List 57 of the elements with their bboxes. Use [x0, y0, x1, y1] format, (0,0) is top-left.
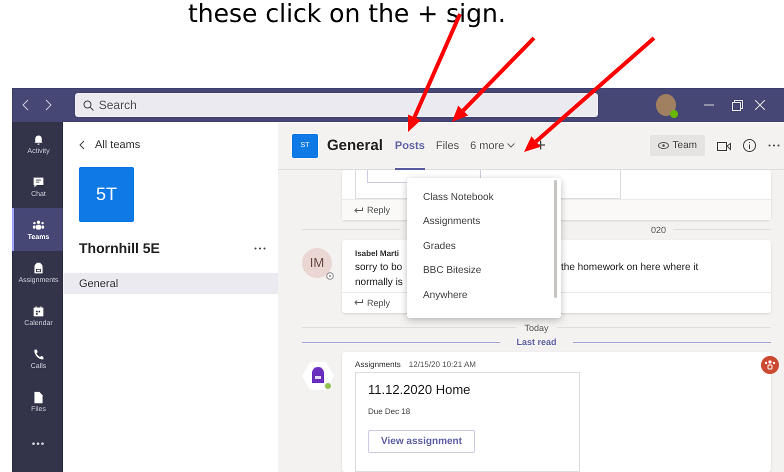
date-divider-text: 020	[651, 224, 668, 235]
dropdown-item[interactable]: Anywhere	[407, 283, 561, 308]
message-author: Isabel Marti	[355, 248, 400, 258]
close-icon[interactable]	[755, 100, 766, 110]
tab[interactable]: Files	[436, 122, 460, 170]
reply-icon	[354, 206, 363, 214]
all-teams-link[interactable]: All teams	[63, 122, 278, 152]
rail-icon	[32, 304, 45, 318]
reply-button[interactable]: Reply	[342, 205, 390, 215]
message-text: normally is	[355, 276, 403, 288]
message-text: the homework on here where it	[561, 262, 698, 273]
search-field[interactable]: Search	[74, 93, 598, 117]
date-divider-text: Today	[523, 322, 550, 333]
eye-icon	[658, 142, 669, 149]
rail-icon	[32, 348, 45, 360]
chevron-left-icon	[79, 140, 85, 150]
dropdown-item[interactable]: Assignments	[407, 210, 561, 234]
minimize-icon[interactable]	[704, 104, 714, 106]
caption-text: these click on the + sign.	[188, 0, 506, 28]
backpack-icon	[302, 360, 334, 392]
rail-icon	[32, 132, 45, 146]
avatar: IM	[302, 248, 332, 278]
chevron-down-icon	[507, 143, 516, 148]
more-icon[interactable]	[254, 246, 266, 250]
restore-icon[interactable]	[732, 100, 744, 110]
reply-icon	[354, 299, 363, 306]
status-icon	[326, 272, 334, 280]
message-text: sorry to bo	[355, 262, 402, 273]
user-avatar[interactable]	[656, 94, 676, 116]
dropdown-item[interactable]: Class Notebook	[407, 185, 561, 210]
back-icon[interactable]	[22, 99, 30, 111]
more-tabs-button[interactable]: 6 more	[470, 140, 516, 152]
channel-item[interactable]: General	[63, 273, 278, 294]
info-icon[interactable]	[743, 139, 756, 152]
last-read-marker: Last read	[515, 337, 558, 347]
post-time: 12/15/20 10:21 AM	[408, 360, 476, 369]
more-icon[interactable]	[768, 144, 780, 147]
rail-icon	[32, 176, 45, 188]
dropdown-item[interactable]: BBC Bitesize	[407, 258, 561, 283]
dropdown-item[interactable]: Grades	[407, 234, 561, 258]
rail-icon	[32, 262, 45, 274]
view-assignment-button[interactable]: View assignment	[368, 430, 475, 453]
post-author: Assignments	[355, 360, 401, 369]
rail-icon	[32, 218, 45, 232]
forward-icon[interactable]	[44, 99, 52, 111]
team-tile: 5T	[79, 167, 134, 222]
team-name: Thornhill 5E	[79, 240, 160, 256]
assignment-title: 11.12.2020 Home	[368, 382, 472, 397]
scrollbar[interactable]	[554, 180, 557, 298]
team-button[interactable]: Team	[650, 135, 705, 156]
channel-name: General	[327, 137, 383, 154]
video-icon[interactable]	[717, 140, 731, 152]
search-icon	[82, 100, 94, 111]
due-date: Due Dec 18	[368, 407, 412, 416]
rail-icon	[32, 390, 45, 404]
rail-item[interactable]: •••	[12, 423, 63, 466]
reply-button[interactable]: Reply	[342, 298, 390, 308]
